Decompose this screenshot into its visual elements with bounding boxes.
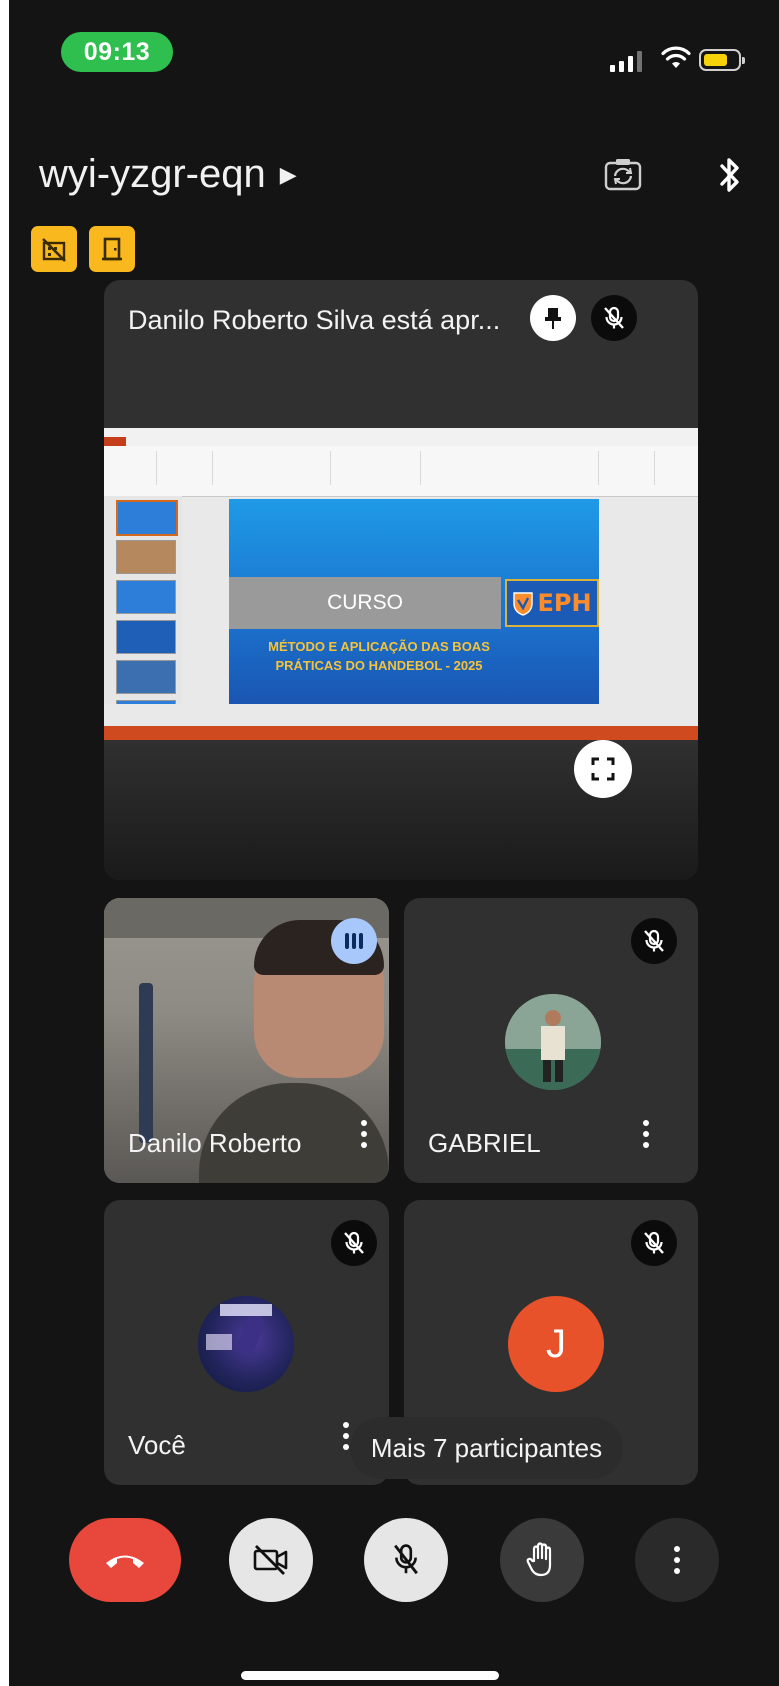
more-vert-icon[interactable] bbox=[643, 1120, 649, 1148]
mic-off-icon bbox=[344, 1231, 364, 1254]
raise-hand-button[interactable] bbox=[500, 1518, 584, 1602]
battery-icon bbox=[699, 49, 745, 71]
mic-off-icon bbox=[394, 1544, 418, 1575]
presenter-mic-status bbox=[591, 295, 637, 341]
meeting-code: wyi-yzgr-eqn bbox=[39, 152, 266, 196]
mic-off-icon bbox=[644, 1231, 664, 1254]
slide-subtitle: MÉTODO E APLICAÇÃO DAS BOAS PRÁTICAS DO … bbox=[268, 639, 490, 673]
participant-tile-danilo[interactable]: Danilo Roberto bbox=[104, 898, 389, 1183]
end-call-button[interactable] bbox=[69, 1518, 181, 1602]
wifi-icon bbox=[661, 46, 691, 68]
mic-status bbox=[631, 918, 677, 964]
meeting-code-button[interactable]: wyi-yzgr-eqn ▶ bbox=[39, 152, 297, 197]
home-indicator[interactable] bbox=[241, 1671, 499, 1680]
shield-icon bbox=[513, 592, 534, 616]
participant-tile-gabriel[interactable]: GABRIEL bbox=[404, 898, 698, 1183]
mic-off-icon bbox=[604, 306, 624, 329]
slide: CURSO EPH MÉTODO E APLICAÇÃO DAS BOAS PR… bbox=[229, 499, 599, 704]
avatar bbox=[198, 1296, 294, 1392]
ppt-titlebar bbox=[104, 428, 698, 437]
ppt-thumbnails bbox=[104, 496, 182, 734]
bluetooth-icon[interactable] bbox=[717, 155, 743, 195]
camera-flip-icon[interactable] bbox=[603, 156, 643, 192]
status-time: 09:13 bbox=[61, 32, 173, 72]
pin-button[interactable] bbox=[530, 295, 576, 341]
presenter-title: Danilo Roberto Silva está apr... bbox=[128, 305, 501, 335]
ppt-ribbon bbox=[104, 446, 698, 497]
mic-toggle-button[interactable] bbox=[364, 1518, 448, 1602]
more-vert-icon bbox=[674, 1546, 680, 1574]
fullscreen-button[interactable] bbox=[574, 740, 632, 798]
more-vert-icon[interactable] bbox=[343, 1422, 349, 1450]
more-participants-button[interactable]: Mais 7 participantes bbox=[350, 1417, 623, 1479]
shared-screen: CURSO EPH MÉTODO E APLICAÇÃO DAS BOAS PR… bbox=[104, 428, 698, 742]
fullscreen-icon bbox=[591, 757, 615, 781]
mic-off-icon bbox=[644, 929, 664, 952]
eph-logo: EPH bbox=[505, 579, 599, 627]
slide-course-label: CURSO bbox=[229, 577, 501, 629]
avatar bbox=[505, 994, 601, 1090]
mic-status bbox=[331, 1220, 377, 1266]
camera-toggle-button[interactable] bbox=[229, 1518, 313, 1602]
more-vert-icon[interactable] bbox=[361, 1120, 367, 1148]
door-icon bbox=[102, 237, 122, 261]
participant-name: GABRIEL bbox=[428, 1128, 541, 1158]
participant-tile-self[interactable]: Você bbox=[104, 1200, 389, 1485]
presentation-tile[interactable]: Danilo Roberto Silva está apr... CURSO E… bbox=[104, 280, 698, 880]
pin-icon bbox=[545, 308, 561, 329]
mic-status bbox=[631, 1220, 677, 1266]
participant-name: Você bbox=[128, 1430, 186, 1460]
participant-name: Danilo Roberto bbox=[128, 1128, 302, 1158]
phone-screen: 09:13 wyi-yzgr-eqn ▶ Danilo Roberto Silv… bbox=[9, 0, 779, 1686]
speaking-indicator-icon bbox=[345, 933, 363, 949]
speaking-indicator bbox=[331, 918, 377, 964]
door-badge[interactable] bbox=[89, 226, 135, 272]
caret-right-icon: ▶ bbox=[279, 161, 297, 187]
host-controls-badge[interactable] bbox=[31, 226, 77, 272]
ppt-notes-bar bbox=[104, 704, 698, 726]
raise-hand-icon bbox=[526, 1542, 552, 1577]
more-options-button[interactable] bbox=[635, 1518, 719, 1602]
building-off-icon bbox=[42, 238, 66, 262]
cellular-signal-icon bbox=[610, 50, 642, 72]
end-call-icon bbox=[106, 1555, 144, 1568]
avatar-initial: J bbox=[508, 1296, 604, 1392]
camera-off-icon bbox=[253, 1545, 288, 1575]
